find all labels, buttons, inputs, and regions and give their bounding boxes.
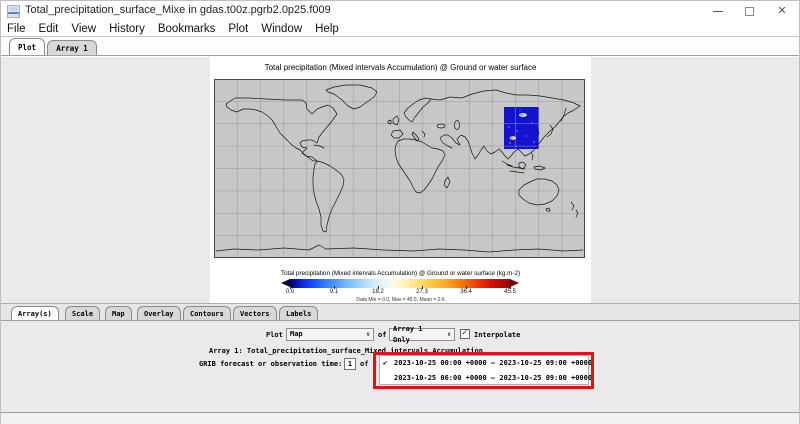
menu-help[interactable]: Help	[315, 23, 339, 35]
menu-edit[interactable]: Edit	[39, 23, 59, 35]
maximize-button[interactable]	[733, 1, 767, 22]
plot-type-dropdown[interactable]: Map ∨	[286, 328, 374, 341]
tick-label: 18.2	[372, 289, 384, 295]
annotation-highlight-box	[373, 352, 594, 389]
plot-panel: Total precipitation (Mixed intervals Acc…	[210, 57, 591, 303]
grib-time-index-field[interactable]: 1	[344, 358, 356, 370]
tab-array-1[interactable]: Array 1	[47, 40, 97, 55]
colorbar-min-arrow	[281, 279, 290, 287]
menu-plot[interactable]: Plot	[228, 23, 248, 35]
menu-file[interactable]: File	[7, 23, 26, 35]
precipitation-data-region	[504, 107, 539, 149]
plot-type-value: Map	[290, 329, 303, 340]
maximize-icon	[745, 7, 754, 16]
tick-label: 9.1	[330, 289, 338, 295]
chevron-down-icon: ∨	[447, 329, 451, 340]
minimize-icon	[713, 11, 723, 12]
menu-history[interactable]: History	[109, 23, 145, 35]
colorbar-caption: Total precipitation (Mixed intervals Acc…	[210, 270, 591, 277]
world-map	[214, 79, 585, 258]
menu-bookmarks[interactable]: Bookmarks	[158, 23, 216, 35]
app-icon	[7, 5, 20, 18]
minimize-button[interactable]	[701, 1, 735, 22]
grib-time-label: GRIB forecast or observation time:	[199, 360, 342, 368]
tick-label: 0.0	[286, 289, 294, 295]
check-icon: ✓	[462, 328, 467, 338]
colorbar-tick-labels: 0.0 9.1 18.2 27.3 36.4 45.5	[290, 289, 510, 297]
array-scope-value: Array 1 Only	[393, 324, 443, 346]
plot-label: Plot	[266, 331, 283, 339]
title-bar: Total_precipitation_surface_Mixe in gdas…	[1, 1, 799, 22]
menu-bar: File Edit View History Bookmarks Plot Wi…	[1, 22, 799, 36]
of-label: of	[378, 331, 386, 339]
colorbar-gradient	[290, 279, 510, 288]
chevron-down-icon: ∨	[366, 329, 370, 340]
view-tab-strip: Plot Array 1	[1, 36, 799, 56]
tab-vectors[interactable]: Vectors	[233, 306, 277, 320]
tick-label: 36.4	[460, 289, 472, 295]
interpolate-label: Interpolate	[474, 331, 520, 339]
colorbar-max-arrow	[510, 279, 519, 287]
menu-window[interactable]: Window	[261, 23, 302, 35]
tick-label: 27.3	[416, 289, 428, 295]
tab-labels[interactable]: Labels	[279, 306, 318, 320]
tab-map[interactable]: Map	[105, 306, 132, 320]
close-button[interactable]: ✕	[765, 1, 799, 22]
window-title: Total_precipitation_surface_Mixe in gdas…	[25, 4, 331, 16]
interpolate-checkbox[interactable]: ✓	[460, 329, 470, 339]
tick-label: 45.5	[504, 289, 516, 295]
settings-tab-strip: Array(s) Scale Map Overlay Contours Vect…	[1, 304, 799, 321]
tab-overlay[interactable]: Overlay	[137, 306, 181, 320]
world-map-svg	[214, 79, 585, 258]
menu-view[interactable]: View	[71, 23, 96, 35]
tab-plot[interactable]: Plot	[9, 38, 45, 55]
array-scope-dropdown[interactable]: Array 1 Only ∨	[389, 328, 455, 341]
tab-scale[interactable]: Scale	[65, 306, 100, 320]
arrays-panel: Plot Map ∨ of Array 1 Only ∨ ✓ Interpola…	[1, 321, 799, 412]
tab-arrays[interactable]: Array(s)	[11, 306, 59, 320]
app-window: Total_precipitation_surface_Mixe in gdas…	[0, 0, 800, 424]
tab-contours[interactable]: Contours	[183, 306, 231, 320]
plot-title: Total precipitation (Mixed intervals Acc…	[210, 63, 591, 72]
status-bar	[1, 413, 799, 424]
close-icon: ✕	[777, 5, 786, 17]
